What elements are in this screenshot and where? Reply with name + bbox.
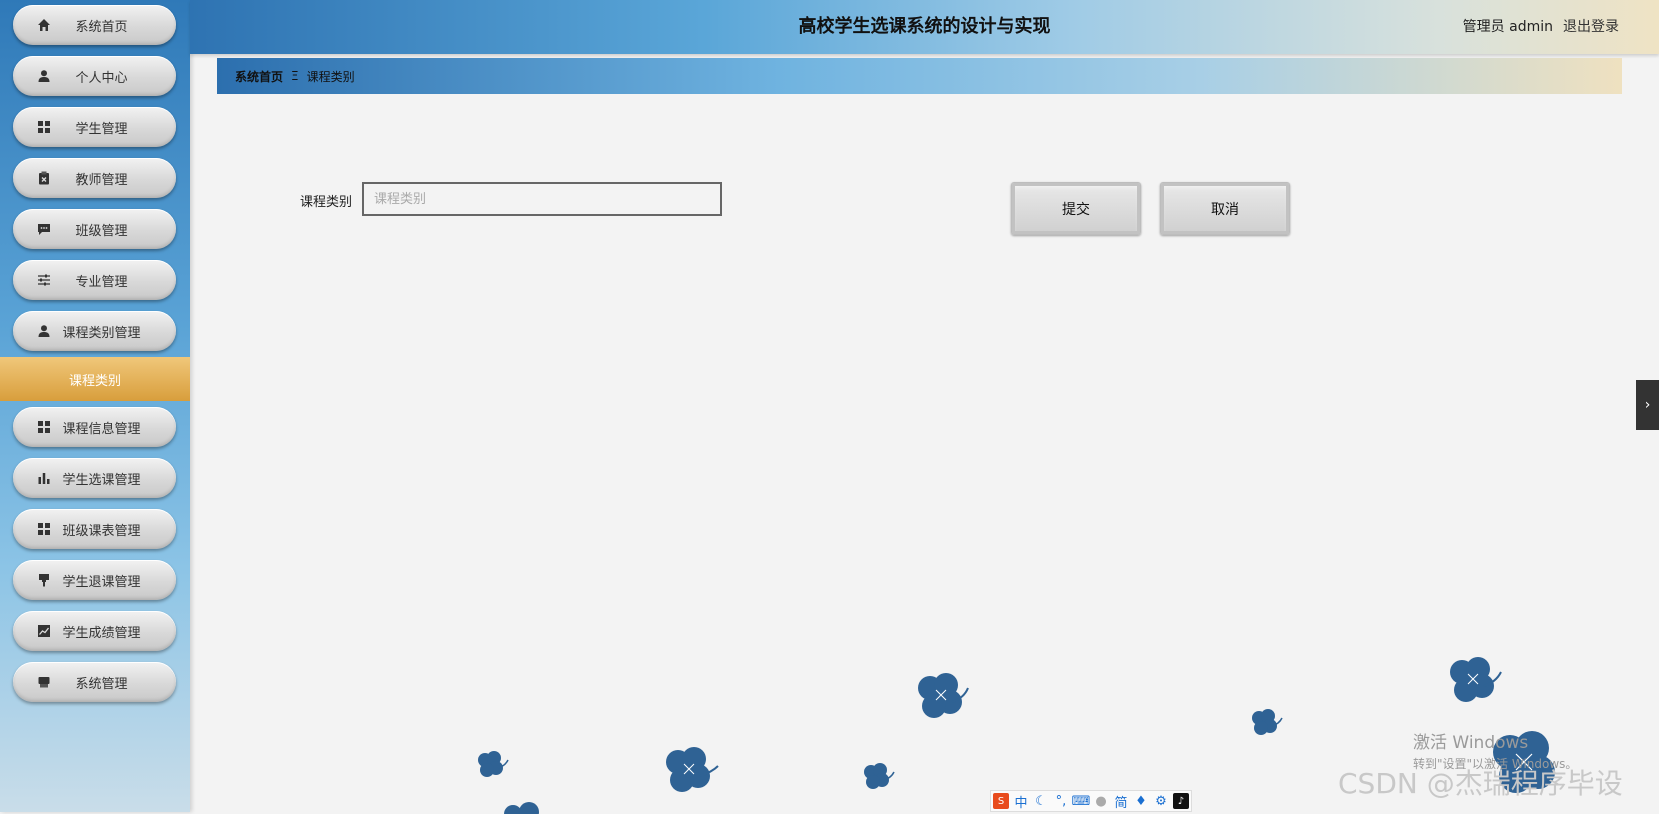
moon-icon[interactable]: ☾ xyxy=(1033,793,1049,809)
grid-icon xyxy=(35,118,53,136)
bar-chart-icon xyxy=(35,469,53,487)
sidebar-item-label: 教师管理 xyxy=(75,172,128,188)
breadcrumb: 系统首页 Ξ 课程类别 xyxy=(217,58,1622,94)
sidebar-item-majors[interactable]: 专业管理 xyxy=(13,260,176,300)
sidebar-item-label: 系统首页 xyxy=(75,19,128,35)
home-icon xyxy=(35,16,53,34)
sidebar-item-label: 学生成绩管理 xyxy=(62,625,141,641)
punctuation-icon[interactable]: °, xyxy=(1053,793,1069,809)
sidebar-item-label: 班级管理 xyxy=(75,223,128,239)
sliders-icon xyxy=(35,271,53,289)
sidebar-item-students[interactable]: 学生管理 xyxy=(13,107,176,147)
cancel-button[interactable]: 取消 xyxy=(1160,182,1290,235)
sidebar-item-grades[interactable]: 学生成绩管理 xyxy=(13,611,176,651)
line-chart-icon xyxy=(35,622,53,640)
flower-decoration xyxy=(478,751,509,777)
csdn-watermark: CSDN @杰瑞程序毕设 xyxy=(1338,767,1623,800)
user-area: 管理员 admin 退出登录 xyxy=(1463,0,1619,54)
sidebar-item-label: 学生选课管理 xyxy=(62,472,141,488)
sidebar-item-label: 系统管理 xyxy=(75,676,128,692)
sidebar-item-label: 个人中心 xyxy=(75,70,128,86)
keyboard-icon[interactable]: ⌨ xyxy=(1072,793,1091,809)
sidebar-item-profile[interactable]: 个人中心 xyxy=(13,56,176,96)
logout-link[interactable]: 退出登录 xyxy=(1563,19,1619,35)
sidebar-item-home[interactable]: 系统首页 xyxy=(13,5,176,45)
breadcrumb-separator: Ξ xyxy=(291,69,299,83)
sidebar-item-label: 专业管理 xyxy=(75,274,128,290)
flower-decoration xyxy=(1252,709,1283,735)
sidebar-item-course-categories[interactable]: 课程类别管理 xyxy=(13,311,176,351)
breadcrumb-home-link[interactable]: 系统首页 xyxy=(235,68,283,85)
sidebar-item-label: 班级课表管理 xyxy=(62,523,141,539)
ime-toolbar: S 中 ☾ °, ⌨ ● 简 ♦ ⚙ ♪ xyxy=(990,790,1192,812)
breadcrumb-current: 课程类别 xyxy=(306,69,355,84)
comment-icon xyxy=(35,220,53,238)
sidebar-item-classes[interactable]: 班级管理 xyxy=(13,209,176,249)
sidebar-subitem-course-category[interactable]: 课程类别 xyxy=(0,357,190,401)
grid-icon xyxy=(35,520,53,538)
sidebar-item-label: 课程类别管理 xyxy=(62,325,141,341)
course-category-label: 课程类别 xyxy=(300,195,353,210)
user-icon xyxy=(35,67,53,85)
flower-decoration xyxy=(864,763,895,789)
sogou-logo-icon[interactable]: S xyxy=(993,793,1009,809)
user-icon xyxy=(35,322,53,340)
submit-button[interactable]: 提交 xyxy=(1011,182,1141,235)
sidebar-subitem-label: 课程类别 xyxy=(68,373,121,389)
sidebar-item-course-drop[interactable]: 学生退课管理 xyxy=(13,560,176,600)
sidebar-item-system[interactable]: 系统管理 xyxy=(13,662,176,702)
page-title: 高校学生选课系统的设计与实现 xyxy=(798,16,1051,37)
sidebar-item-teachers[interactable]: 教师管理 xyxy=(13,158,176,198)
user-name: 管理员 admin xyxy=(1462,19,1553,35)
tiktok-icon[interactable]: ♪ xyxy=(1173,793,1189,809)
archive-icon xyxy=(35,673,53,691)
top-header: 高校学生选课系统的设计与实现 管理员 admin 退出登录 xyxy=(190,0,1659,54)
sidebar-item-course-info[interactable]: 课程信息管理 xyxy=(13,407,176,447)
ime-simplified[interactable]: 简 xyxy=(1113,793,1129,811)
sidebar-item-label: 学生退课管理 xyxy=(62,574,141,590)
skin-icon[interactable]: ♦ xyxy=(1133,793,1149,809)
gear-icon[interactable]: ⚙ xyxy=(1153,793,1169,809)
ime-mode-chinese[interactable]: 中 xyxy=(1013,793,1029,811)
clipboard-icon xyxy=(35,169,53,187)
sidebar-item-course-selection[interactable]: 学生选课管理 xyxy=(13,458,176,498)
pin-icon xyxy=(35,571,53,589)
user-icon[interactable]: ● xyxy=(1093,793,1109,809)
panel-toggle-button[interactable]: › xyxy=(1636,380,1659,430)
course-category-input[interactable] xyxy=(362,182,722,216)
flower-decoration xyxy=(1450,657,1502,702)
sidebar-item-label: 学生管理 xyxy=(75,121,128,137)
sidebar-item-class-schedule[interactable]: 班级课表管理 xyxy=(13,509,176,549)
windows-activation-title: 激活 Windows xyxy=(1413,733,1529,753)
grid-icon xyxy=(35,418,53,436)
flower-decoration xyxy=(918,673,969,718)
sidebar-item-label: 课程信息管理 xyxy=(62,421,141,437)
flower-decoration xyxy=(666,747,719,792)
sidebar: 系统首页 个人中心 学生管理 教师管理 班级管理 专业管理 课程类别管理 课程类… xyxy=(0,0,190,812)
